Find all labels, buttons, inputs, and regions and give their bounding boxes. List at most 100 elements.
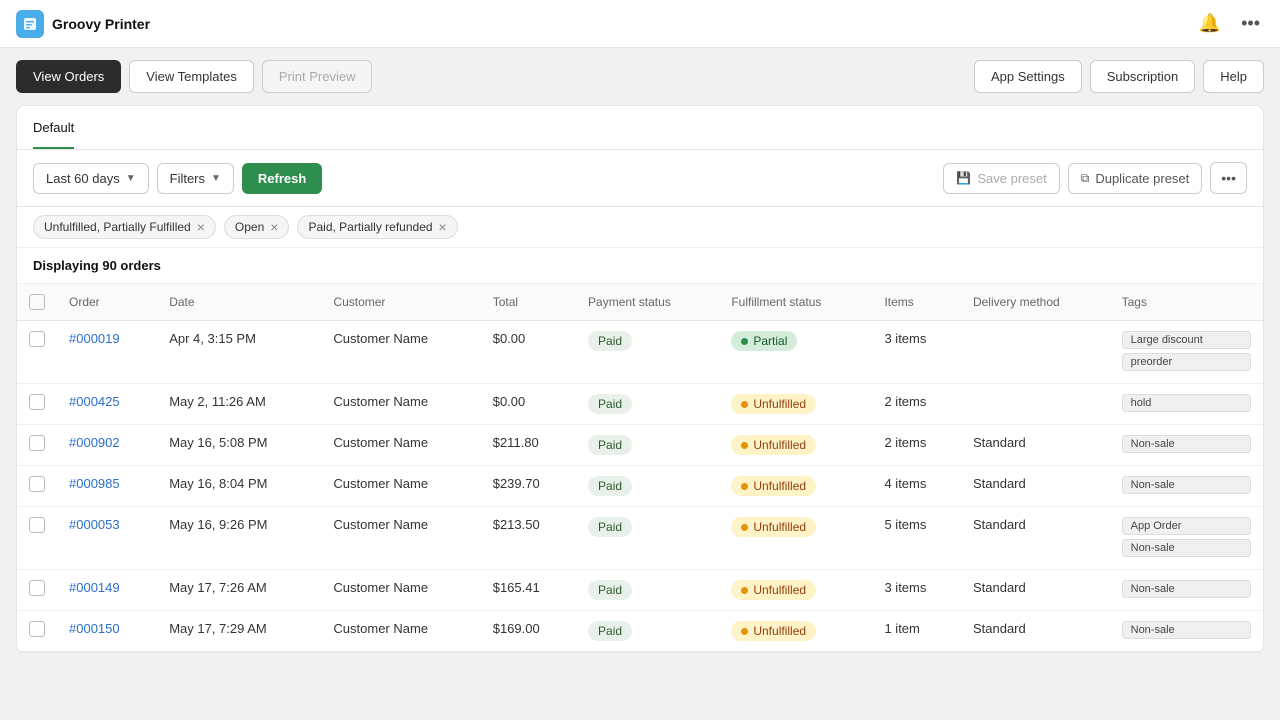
fulfillment-status-cell: Unfulfilled <box>719 384 872 425</box>
filters-dropdown[interactable]: Filters ▼ <box>157 163 234 194</box>
row-checkbox[interactable] <box>29 517 45 533</box>
order-delivery: Standard <box>961 425 1110 466</box>
order-tags: App Order Non-sale <box>1110 507 1263 570</box>
view-orders-button[interactable]: View Orders <box>16 60 121 93</box>
header-items: Items <box>872 284 961 321</box>
filter-tag-payment-label: Paid, Partially refunded <box>308 220 432 234</box>
order-tags: Non-sale <box>1110 425 1263 466</box>
row-checkbox[interactable] <box>29 621 45 637</box>
table-row: #000149May 17, 7:26 AMCustomer Name$165.… <box>17 570 1263 611</box>
nav-left: View Orders View Templates Print Preview <box>16 60 372 93</box>
payment-status-cell: Paid <box>576 321 719 384</box>
filter-tag-status[interactable]: Open × <box>224 215 290 239</box>
close-icon[interactable]: × <box>270 220 278 234</box>
chevron-down-icon: ▼ <box>211 173 221 184</box>
payment-status-badge: Paid <box>588 331 632 351</box>
refresh-button[interactable]: Refresh <box>242 163 322 194</box>
order-number[interactable]: #000985 <box>69 476 120 491</box>
order-items: 3 items <box>872 321 961 384</box>
nav-bar: View Orders View Templates Print Preview… <box>0 48 1280 105</box>
save-preset-button[interactable]: 💾 Save preset <box>943 163 1059 194</box>
payment-status-cell: Paid <box>576 570 719 611</box>
row-checkbox[interactable] <box>29 476 45 492</box>
payment-status-badge: Paid <box>588 435 632 455</box>
row-checkbox[interactable] <box>29 331 45 347</box>
duplicate-icon: ⧉ <box>1081 171 1090 186</box>
order-number[interactable]: #000425 <box>69 394 120 409</box>
filters-label: Filters <box>170 171 205 186</box>
payment-status-badge: Paid <box>588 394 632 414</box>
row-checkbox[interactable] <box>29 435 45 451</box>
header-delivery: Delivery method <box>961 284 1110 321</box>
order-customer: Customer Name <box>321 611 480 652</box>
fulfillment-status-badge: Unfulfilled <box>731 394 816 414</box>
filter-tag-payment[interactable]: Paid, Partially refunded × <box>297 215 457 239</box>
order-delivery <box>961 321 1110 384</box>
filter-tags: Unfulfilled, Partially Fulfilled × Open … <box>17 207 1263 248</box>
more-menu-button[interactable]: ••• <box>1210 162 1247 194</box>
order-total: $169.00 <box>481 611 576 652</box>
order-tags: Non-sale <box>1110 570 1263 611</box>
close-icon[interactable]: × <box>439 220 447 234</box>
order-tags: Non-sale <box>1110 466 1263 507</box>
header-total: Total <box>481 284 576 321</box>
order-number[interactable]: #000149 <box>69 580 120 595</box>
status-dot <box>741 401 748 408</box>
fulfillment-status-cell: Unfulfilled <box>719 611 872 652</box>
help-button[interactable]: Help <box>1203 60 1264 93</box>
view-templates-button[interactable]: View Templates <box>129 60 254 93</box>
fulfillment-status-badge: Partial <box>731 331 797 351</box>
order-number[interactable]: #000019 <box>69 331 120 346</box>
toolbar-left: Last 60 days ▼ Filters ▼ Refresh <box>33 163 322 194</box>
order-number[interactable]: #000150 <box>69 621 120 636</box>
row-checkbox[interactable] <box>29 580 45 596</box>
tag-badge: Non-sale <box>1122 476 1251 494</box>
fulfillment-status-badge: Unfulfilled <box>731 435 816 455</box>
payment-status-cell: Paid <box>576 384 719 425</box>
order-customer: Customer Name <box>321 570 480 611</box>
tag-badge: Non-sale <box>1122 539 1251 557</box>
tag-badge: Non-sale <box>1122 621 1251 639</box>
tab-default[interactable]: Default <box>33 106 74 149</box>
order-delivery: Standard <box>961 507 1110 570</box>
order-number[interactable]: #000902 <box>69 435 120 450</box>
date-filter-dropdown[interactable]: Last 60 days ▼ <box>33 163 149 194</box>
fulfillment-status-cell: Unfulfilled <box>719 570 872 611</box>
app-settings-button[interactable]: App Settings <box>974 60 1082 93</box>
order-date: May 16, 5:08 PM <box>157 425 321 466</box>
bell-icon[interactable]: 🔔 <box>1195 9 1225 38</box>
status-dot <box>741 442 748 449</box>
order-delivery: Standard <box>961 611 1110 652</box>
order-count: Displaying 90 orders <box>17 248 1263 284</box>
tag-badge: App Order <box>1122 517 1251 535</box>
table-row: #000019Apr 4, 3:15 PMCustomer Name$0.00P… <box>17 321 1263 384</box>
order-number[interactable]: #000053 <box>69 517 120 532</box>
more-options-icon[interactable]: ••• <box>1237 9 1264 38</box>
payment-status-badge: Paid <box>588 517 632 537</box>
table-row: #000053May 16, 9:26 PMCustomer Name$213.… <box>17 507 1263 570</box>
app-branding: Groovy Printer <box>16 10 150 38</box>
toolbar: Last 60 days ▼ Filters ▼ Refresh 💾 Save … <box>17 150 1263 207</box>
payment-status-cell: Paid <box>576 611 719 652</box>
save-preset-label: Save preset <box>977 171 1046 186</box>
header-tags: Tags <box>1110 284 1263 321</box>
filter-tag-fulfillment[interactable]: Unfulfilled, Partially Fulfilled × <box>33 215 216 239</box>
status-dot <box>741 628 748 635</box>
close-icon[interactable]: × <box>197 220 205 234</box>
order-total: $211.80 <box>481 425 576 466</box>
tag-badge: hold <box>1122 394 1251 412</box>
order-date: May 2, 11:26 AM <box>157 384 321 425</box>
header-fulfillment-status: Fulfillment status <box>719 284 872 321</box>
status-dot <box>741 587 748 594</box>
payment-status-badge: Paid <box>588 580 632 600</box>
duplicate-preset-button[interactable]: ⧉ Duplicate preset <box>1068 163 1203 194</box>
print-preview-button[interactable]: Print Preview <box>262 60 373 93</box>
order-tags: Large discountpreorder <box>1110 321 1263 384</box>
subscription-button[interactable]: Subscription <box>1090 60 1196 93</box>
status-dot <box>741 338 748 345</box>
tag-badge: Non-sale <box>1122 435 1251 453</box>
filter-tag-fulfillment-label: Unfulfilled, Partially Fulfilled <box>44 220 191 234</box>
header-payment-status: Payment status <box>576 284 719 321</box>
row-checkbox[interactable] <box>29 394 45 410</box>
select-all-checkbox[interactable] <box>29 294 45 310</box>
